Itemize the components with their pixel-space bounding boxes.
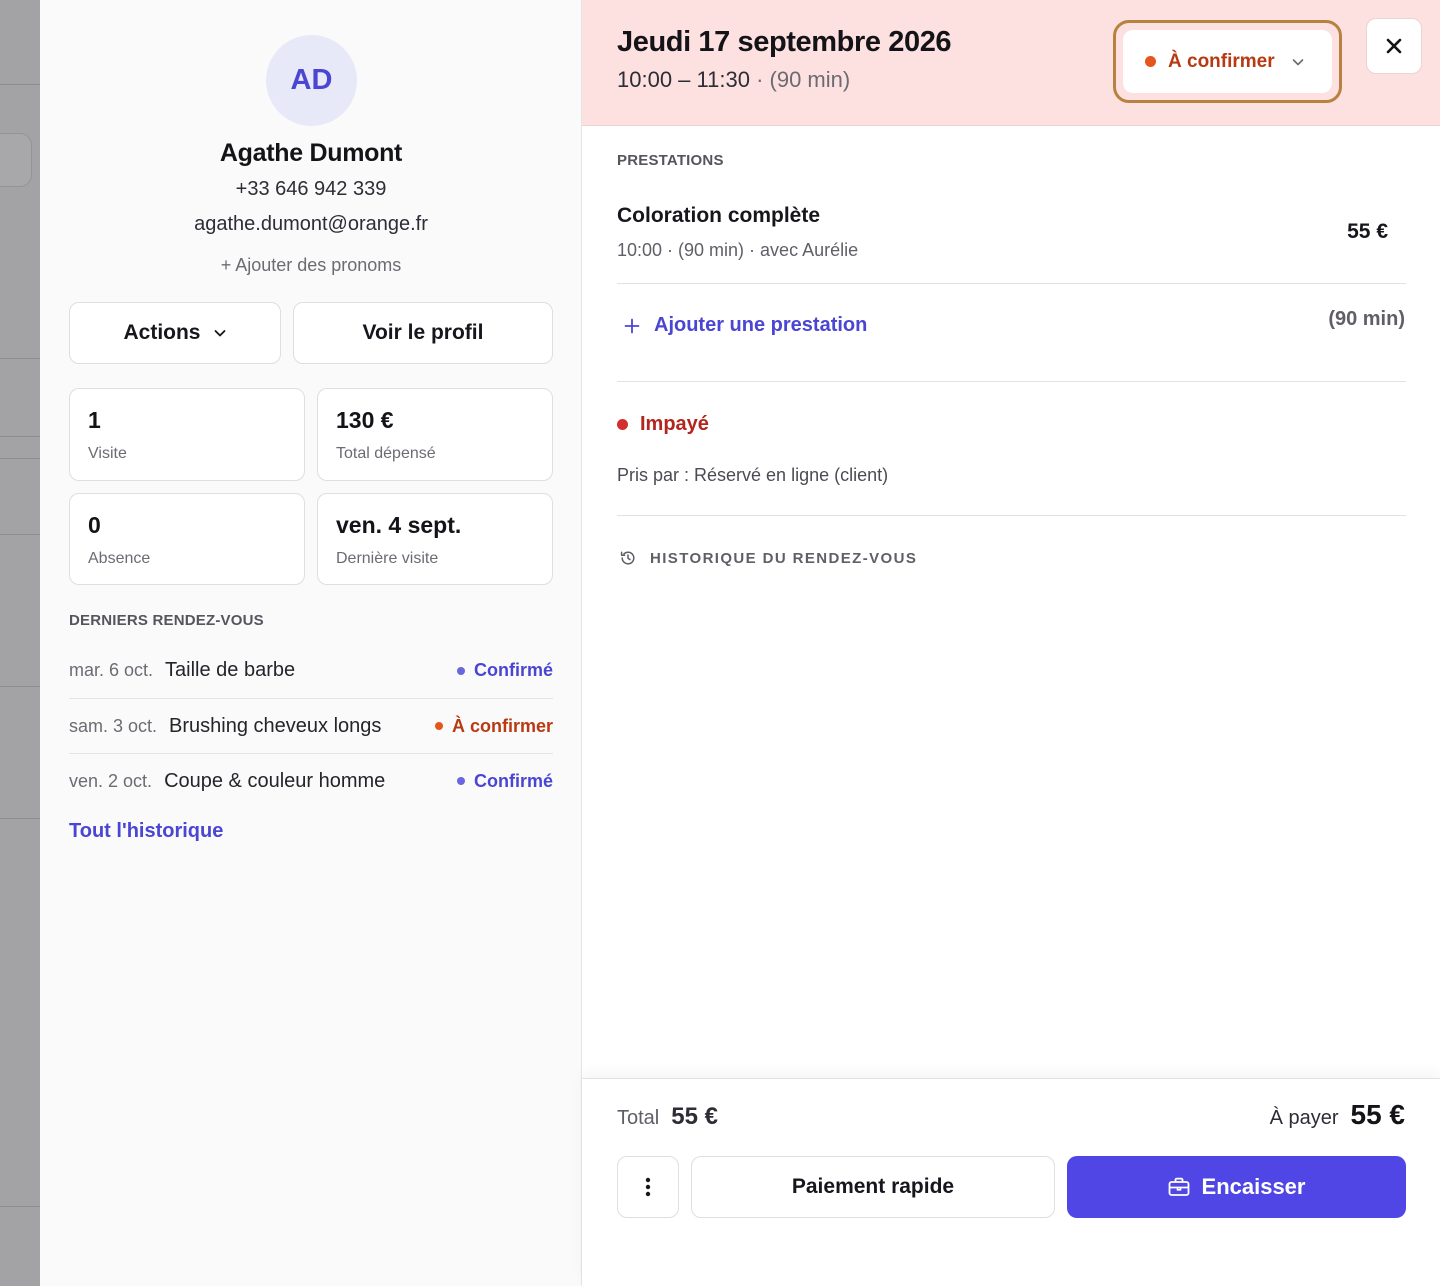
recent-appointment-row[interactable]: sam. 3 oct. Brushing cheveux longs À con…	[69, 698, 553, 753]
recent-appointments-title: DERNIERS RENDEZ-VOUS	[69, 612, 264, 629]
history-icon	[620, 551, 635, 565]
status-label: À confirmer	[451, 715, 553, 736]
close-icon	[1386, 38, 1402, 54]
stat-last-visit: ven. 4 sept. Dernière visite	[317, 493, 553, 585]
status-dot	[434, 722, 443, 730]
backdrop-line	[0, 686, 40, 687]
checkout-label: Encaisser	[1201, 1174, 1306, 1199]
service-price: 55 €	[1347, 220, 1388, 243]
appointment-header: Jeudi 17 septembre 2026 10:00 – 11:30 · …	[582, 0, 1440, 126]
avatar: AD	[266, 35, 357, 126]
appointment-detail-panel: Jeudi 17 septembre 2026 10:00 – 11:30 · …	[582, 0, 1440, 1286]
total: Total 55 €	[617, 1103, 718, 1131]
all-history-link[interactable]: Tout l'historique	[69, 820, 223, 843]
status-focus-ring: À confirmer	[1113, 20, 1342, 103]
status-badge: Confirmé	[456, 770, 553, 792]
appointment-date: ven. 2 oct.	[69, 770, 153, 791]
plus-icon	[624, 318, 640, 333]
backdrop-line	[0, 1206, 40, 1207]
backdrop-element	[0, 133, 32, 187]
duration: · (90 min)	[756, 67, 851, 92]
stat-total-spent: 130 € Total dépensé	[317, 388, 553, 481]
chevron-down-icon	[214, 330, 225, 337]
actions-button[interactable]: Actions	[69, 302, 281, 364]
client-panel: AD Agathe Dumont +33 646 942 339 agathe.…	[40, 0, 582, 1286]
recent-appointment-row[interactable]: ven. 2 oct. Coupe & couleur homme Confir…	[69, 753, 553, 808]
appointment-date-title: Jeudi 17 septembre 2026	[617, 26, 952, 58]
background-calendar	[0, 0, 40, 1286]
client-name: Agathe Dumont	[219, 139, 403, 167]
appointment-history-toggle[interactable]: HISTORIQUE DU RENDEZ-VOUS	[619, 549, 917, 567]
status-badge: À confirmer	[434, 715, 553, 737]
status-dot	[456, 666, 465, 675]
backdrop-line	[0, 458, 40, 459]
more-vertical-icon	[645, 1177, 651, 1197]
payment-status-dot	[617, 419, 628, 430]
stat-label: Total dépensé	[336, 445, 436, 462]
appointment-date: sam. 3 oct.	[69, 715, 158, 736]
view-profile-button[interactable]: Voir le profil	[293, 302, 553, 364]
backdrop-line	[0, 84, 40, 85]
add-service-button[interactable]: Ajouter une prestation	[624, 314, 867, 337]
register-icon	[1168, 1177, 1189, 1196]
status-badge: Confirmé	[456, 660, 553, 681]
payment-status: Impayé	[617, 413, 709, 436]
stat-absences: 0 Absence	[69, 493, 305, 585]
more-options-button[interactable]	[617, 1156, 679, 1218]
service-name[interactable]: Coloration complète	[617, 204, 820, 228]
appointment-service: Taille de barbe	[165, 659, 296, 681]
quick-payment-button[interactable]: Paiement rapide	[691, 1156, 1055, 1218]
stat-label: Dernière visite	[336, 550, 439, 567]
checkout-footer: Total 55 € À payer 55 € Paiement rapide …	[582, 1078, 1440, 1286]
stat-value: 0	[88, 512, 101, 538]
status-label: À confirmer	[1168, 50, 1275, 72]
stat-label: Visite	[88, 445, 127, 462]
actions-label: Actions	[123, 321, 201, 344]
service-meta: 10:00 · (90 min) · avec Aurélie	[617, 240, 859, 260]
booked-by: Pris par : Réservé en ligne (client)	[617, 465, 889, 485]
status-label: Confirmé	[473, 660, 553, 680]
backdrop-line	[0, 358, 40, 359]
total-label: Total	[617, 1107, 660, 1129]
appointment-time: 10:00 – 11:30 · (90 min)	[617, 67, 850, 93]
payment-status-label: Impayé	[640, 413, 709, 435]
recent-appointment-row[interactable]: mar. 6 oct. Taille de barbe Confirmé	[69, 643, 553, 698]
stat-value: 130 €	[336, 407, 394, 433]
services-title: PRESTATIONS	[617, 152, 724, 169]
stat-value: 1	[88, 407, 101, 433]
amount-due: À payer 55 €	[1270, 1099, 1405, 1131]
amount-due-label: À payer	[1269, 1107, 1339, 1129]
divider	[617, 381, 1406, 382]
status-dot	[456, 777, 465, 785]
total-value: 55 €	[671, 1103, 718, 1130]
appointment-date: mar. 6 oct.	[69, 660, 154, 680]
chevron-down-icon	[1292, 58, 1303, 65]
stat-value: ven. 4 sept.	[336, 512, 462, 538]
status-dot	[1145, 56, 1156, 67]
amount-due-value: 55 €	[1350, 1099, 1406, 1130]
appointment-service: Brushing cheveux longs	[169, 714, 382, 737]
stat-label: Absence	[88, 550, 151, 567]
divider	[617, 283, 1406, 284]
time-range: 10:00 – 11:30	[617, 67, 750, 92]
client-phone: +33 646 942 339	[235, 178, 387, 200]
add-service-label: Ajouter une prestation	[654, 314, 868, 336]
stat-visits: 1 Visite	[69, 388, 305, 481]
add-pronouns-link[interactable]: + Ajouter des pronoms	[40, 255, 582, 276]
status-dropdown[interactable]: À confirmer	[1123, 30, 1332, 93]
checkout-button[interactable]: Encaisser	[1067, 1156, 1406, 1218]
status-label: Confirmé	[473, 770, 553, 791]
client-email: agathe.dumont@orange.fr	[194, 213, 428, 235]
backdrop-line	[0, 534, 40, 535]
close-button[interactable]	[1366, 18, 1422, 74]
appointment-service: Coupe & couleur homme	[164, 769, 386, 792]
history-label: HISTORIQUE DU RENDEZ-VOUS	[650, 549, 918, 567]
total-duration: (90 min)	[1328, 308, 1405, 330]
backdrop-line	[0, 818, 40, 819]
backdrop-line	[0, 436, 40, 437]
divider	[617, 515, 1406, 516]
